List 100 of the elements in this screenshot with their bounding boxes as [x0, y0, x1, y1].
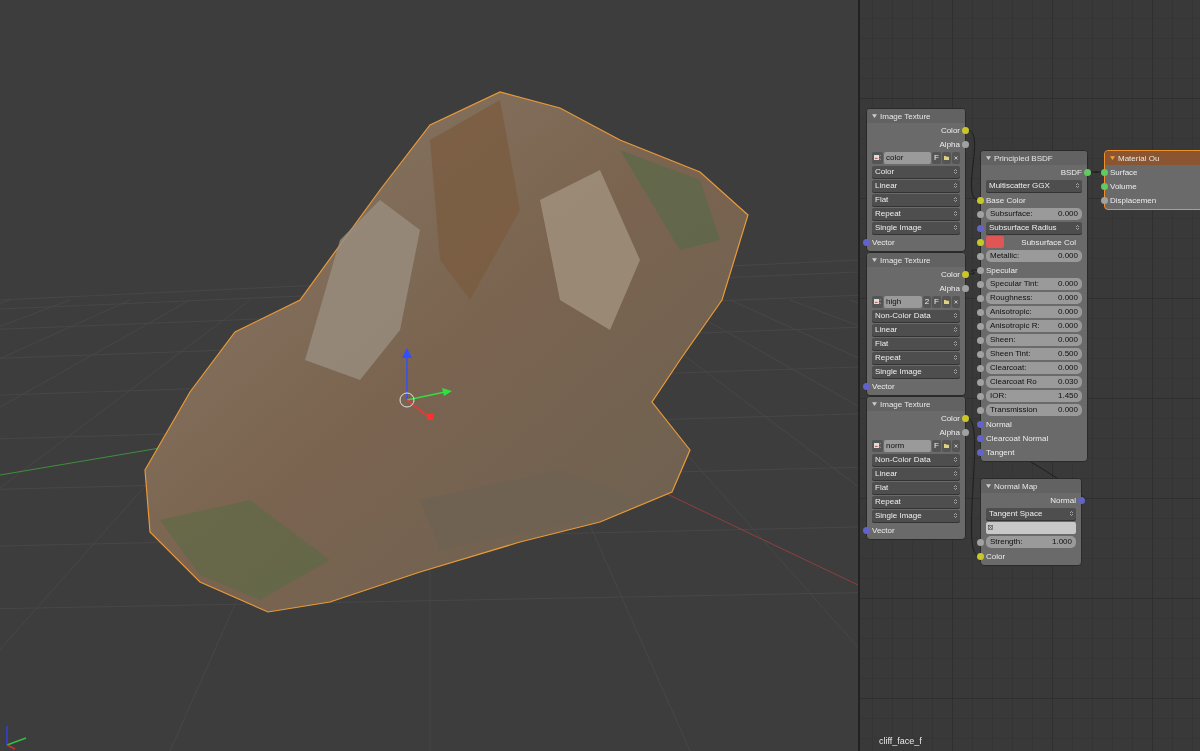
image-browse-button[interactable]	[872, 152, 883, 164]
node-socket[interactable]	[977, 420, 984, 428]
shader-node[interactable]: Image Texture Color Alpha high 2 F Non-Color Data Linear Flat Repeat Single Image Vector	[866, 252, 966, 396]
dropdown[interactable]: Repeat	[872, 208, 960, 220]
dropdown[interactable]: Multiscatter GGX	[986, 180, 1082, 192]
collapse-triangle-icon[interactable]	[986, 484, 991, 488]
dropdown[interactable]: Repeat	[872, 496, 960, 508]
value-slider[interactable]: Clearcoat Ro 0.030	[986, 376, 1082, 388]
collapse-triangle-icon[interactable]	[872, 258, 877, 262]
dropdown[interactable]: Linear	[872, 180, 960, 192]
node-socket[interactable]	[977, 434, 984, 442]
value-slider[interactable]: Subsurface: 0.000	[986, 208, 1082, 220]
node-socket[interactable]	[1101, 196, 1108, 204]
open-folder-button[interactable]	[942, 152, 951, 164]
node-socket[interactable]	[977, 252, 984, 260]
dropdown[interactable]: Repeat	[872, 352, 960, 364]
collapse-triangle-icon[interactable]	[986, 156, 991, 160]
node-socket[interactable]	[962, 140, 969, 148]
image-name-field[interactable]: high	[884, 296, 922, 308]
value-slider[interactable]: Clearcoat: 0.000	[986, 362, 1082, 374]
node-socket[interactable]	[977, 266, 984, 274]
node-socket[interactable]	[977, 552, 984, 560]
image-name-field[interactable]: norm	[884, 440, 932, 452]
updown-arrows-icon	[954, 225, 957, 231]
value-slider[interactable]: Transmission 0.000	[986, 404, 1082, 416]
dropdown[interactable]: Linear	[872, 324, 960, 336]
dropdown[interactable]: Single Image	[872, 510, 960, 522]
collapse-triangle-icon[interactable]	[872, 402, 877, 406]
3d-viewport[interactable]	[0, 0, 858, 751]
dropdown[interactable]: Flat	[872, 194, 960, 206]
node-socket[interactable]	[962, 414, 969, 422]
value-slider[interactable]: Anisotropic R: 0.000	[986, 320, 1082, 332]
unlink-button[interactable]	[952, 152, 960, 164]
node-socket[interactable]	[977, 336, 984, 344]
collapse-triangle-icon[interactable]	[872, 114, 877, 118]
dropdown[interactable]: Single Image	[872, 366, 960, 378]
dropdown[interactable]: Color	[872, 166, 960, 178]
node-socket[interactable]	[977, 210, 984, 218]
node-socket[interactable]	[977, 406, 984, 414]
node-socket[interactable]	[1084, 168, 1091, 176]
node-editor[interactable]	[860, 0, 1200, 751]
node-socket[interactable]	[977, 538, 984, 546]
dropdown[interactable]: Non-Color Data	[872, 310, 960, 322]
shader-node[interactable]	[980, 150, 1088, 462]
value-slider[interactable]: Sheen Tint: 0.500	[986, 348, 1082, 360]
dropdown[interactable]: Tangent Space	[986, 508, 1076, 520]
node-socket[interactable]	[977, 280, 984, 288]
node-socket[interactable]	[977, 224, 984, 232]
value-slider[interactable]: Roughness: 0.000	[986, 292, 1082, 304]
node-socket[interactable]	[1078, 496, 1085, 504]
node-socket[interactable]	[962, 428, 969, 436]
node-socket[interactable]	[977, 364, 984, 372]
dropdown[interactable]: Subsurface Radius	[986, 222, 1082, 234]
node-socket[interactable]	[977, 392, 984, 400]
value-slider[interactable]: IOR: 1.450	[986, 390, 1082, 402]
unlink-button[interactable]	[952, 440, 960, 452]
node-socket[interactable]	[977, 308, 984, 316]
node-socket[interactable]	[1101, 182, 1108, 190]
node-socket[interactable]	[977, 448, 984, 456]
users-count[interactable]: 2	[922, 296, 932, 308]
dropdown[interactable]: Single Image	[872, 222, 960, 234]
value-slider[interactable]: Anisotropic: 0.000	[986, 306, 1082, 318]
node-socket[interactable]	[863, 526, 870, 534]
shader-node[interactable]: Normal Map Normal Tangent Space Strength: 1.000 Color	[980, 478, 1082, 566]
collapse-triangle-icon[interactable]	[1110, 156, 1115, 160]
node-socket[interactable]	[977, 350, 984, 358]
shader-node[interactable]: Material Ou Surface Volume Displacemen	[1104, 150, 1200, 210]
image-browse-button[interactable]	[872, 440, 883, 452]
fake-user-button[interactable]: F	[932, 296, 941, 308]
updown-arrows-icon	[1076, 183, 1079, 189]
node-socket[interactable]	[977, 294, 984, 302]
dropdown[interactable]: Flat	[872, 338, 960, 350]
shader-node[interactable]: Image Texture Color Alpha color F Color Linear Flat Repeat Single Image Vector	[866, 108, 966, 252]
image-browse-button[interactable]	[872, 296, 883, 308]
open-folder-button[interactable]	[942, 440, 951, 452]
fake-user-button[interactable]: F	[932, 440, 941, 452]
node-socket[interactable]	[1101, 168, 1108, 176]
node-socket[interactable]	[863, 238, 870, 246]
fake-user-button[interactable]: F	[932, 152, 941, 164]
node-socket[interactable]	[977, 322, 984, 330]
value-slider[interactable]: Specular Tint: 0.000	[986, 278, 1082, 290]
value-slider[interactable]: Metallic: 0.000	[986, 250, 1082, 262]
unlink-button[interactable]	[952, 296, 960, 308]
open-folder-button[interactable]	[942, 296, 951, 308]
shader-node[interactable]: Image Texture Color Alpha norm F Non-Color Data Linear Flat Repeat Single Image Vector	[866, 396, 966, 540]
dropdown[interactable]: Linear	[872, 468, 960, 480]
uv-map-field[interactable]	[986, 522, 1076, 534]
dropdown[interactable]: Non-Color Data	[872, 454, 960, 466]
node-socket[interactable]	[962, 284, 969, 292]
node-socket[interactable]	[863, 382, 870, 390]
image-name-field[interactable]: color	[884, 152, 932, 164]
dropdown[interactable]: Flat	[872, 482, 960, 494]
value-slider[interactable]: Strength: 1.000	[986, 536, 1076, 548]
node-socket[interactable]	[962, 270, 969, 278]
value-slider[interactable]: Sheen: 0.000	[986, 334, 1082, 346]
node-socket[interactable]	[977, 378, 984, 386]
color-swatch[interactable]	[986, 236, 1004, 248]
node-socket[interactable]	[977, 196, 984, 204]
node-socket[interactable]	[962, 126, 969, 134]
node-socket[interactable]	[977, 238, 984, 246]
